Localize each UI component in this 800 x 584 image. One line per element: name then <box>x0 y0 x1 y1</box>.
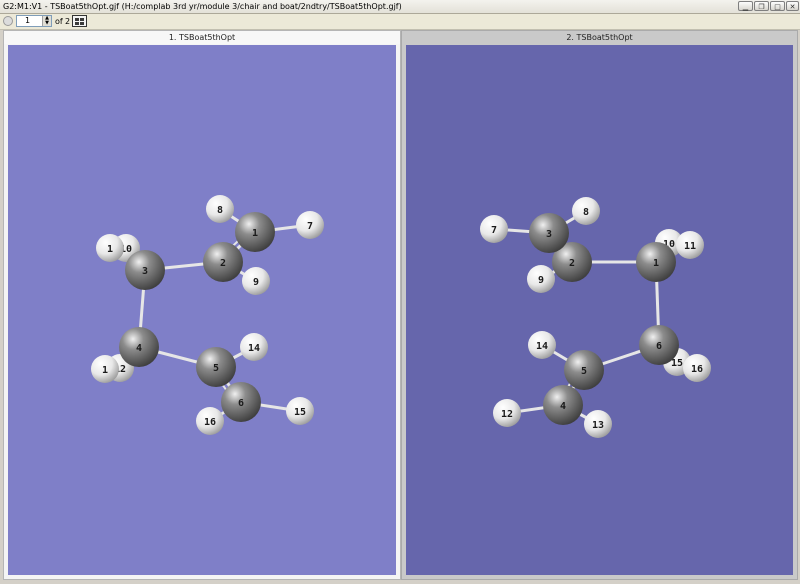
atom-label: 16 <box>204 417 216 428</box>
grid-view-icon-cell <box>80 22 84 25</box>
carbon-atom[interactable]: 5 <box>196 347 236 387</box>
atom-label: 7 <box>307 221 313 232</box>
hydrogen-atom[interactable]: 1 <box>91 355 119 383</box>
window-titlebar: G2:M1:V1 - TSBoat5thOpt.gjf (H:/complab … <box>0 0 800 14</box>
atom-label: 1 <box>102 365 108 376</box>
carbon-atom[interactable]: 3 <box>529 213 569 253</box>
panel-1-viewport[interactable]: 7 8 9 10 1 12 1 14 15 16 1 2 3 4 5 6 <box>8 45 396 575</box>
atom-label: 2 <box>220 258 226 269</box>
hydrogen-atom[interactable]: 12 <box>493 399 521 427</box>
atom-label: 5 <box>213 363 219 374</box>
close-button[interactable]: ✕ <box>786 1 799 11</box>
minimize-button[interactable]: ▁ <box>738 1 753 11</box>
atom-label: 9 <box>538 275 544 286</box>
atom-label: 5 <box>581 366 587 377</box>
restore-button[interactable]: ❐ <box>754 1 769 11</box>
hydrogen-atom[interactable]: 8 <box>206 195 234 223</box>
carbon-atom[interactable]: 1 <box>235 212 275 252</box>
close-icon: ✕ <box>789 3 796 11</box>
atom-label: 14 <box>248 343 260 354</box>
hydrogen-atom[interactable]: 14 <box>240 333 268 361</box>
atom-label: 6 <box>656 341 662 352</box>
carbon-atom[interactable]: 4 <box>543 385 583 425</box>
panel-1-header: 1. TSBoat5thOpt <box>4 31 400 44</box>
carbon-atom[interactable]: 6 <box>639 325 679 365</box>
atom-label: 8 <box>583 207 589 218</box>
atom-label: 7 <box>491 225 497 236</box>
page-spinner[interactable]: 1 ▲ ▼ <box>16 15 52 27</box>
atom-label: 14 <box>536 341 548 352</box>
grid-view-icon-cell <box>80 18 84 21</box>
carbon-atom[interactable]: 5 <box>564 350 604 390</box>
panel-2-viewport[interactable]: 7 8 9 10 11 12 13 14 15 16 1 2 3 4 5 6 <box>406 45 793 575</box>
atom-label: 1 <box>653 258 659 269</box>
hydrogen-atom[interactable]: 11 <box>676 231 704 259</box>
animate-circle-icon[interactable] <box>3 16 13 26</box>
hydrogen-atom[interactable]: 15 <box>286 397 314 425</box>
atom-label: 3 <box>546 229 552 240</box>
atom-label: 1 <box>252 228 258 239</box>
carbon-atom[interactable]: 1 <box>636 242 676 282</box>
carbon-atom[interactable]: 6 <box>221 382 261 422</box>
of-label: of <box>55 17 63 26</box>
carbon-atom[interactable]: 3 <box>125 250 165 290</box>
carbon-atom[interactable]: 2 <box>203 242 243 282</box>
maximize-icon: □ <box>774 3 781 11</box>
atom-label: 6 <box>238 398 244 409</box>
atom-label: 15 <box>671 358 683 369</box>
molecule-panel-1[interactable]: 1. TSBoat5thOpt 7 8 9 10 1 12 1 14 15 16 1 2 3 4 5 6 <box>3 30 401 580</box>
hydrogen-atom[interactable]: 13 <box>584 410 612 438</box>
hydrogen-atom[interactable]: 7 <box>296 211 324 239</box>
atom-label: 16 <box>691 364 703 375</box>
minimize-icon: ▁ <box>742 3 749 11</box>
atom-label: 3 <box>142 266 148 277</box>
atom-label: 13 <box>592 420 604 431</box>
molecule-2-view[interactable]: 78910 111213141516123456 <box>406 45 793 577</box>
panel-2-header: 2. TSBoat5thOpt <box>402 31 797 44</box>
view-toolbar: 1 ▲ ▼ of 2 <box>0 14 800 30</box>
molecule-1-view[interactable]: 789101121141516123456 <box>8 45 396 577</box>
atom-label: 8 <box>217 205 223 216</box>
hydrogen-atom[interactable]: 8 <box>572 197 600 225</box>
window-title: G2:M1:V1 - TSBoat5thOpt.gjf (H:/complab … <box>3 2 402 11</box>
carbon-atom[interactable]: 4 <box>119 327 159 367</box>
atom-label: 4 <box>136 343 142 354</box>
total-pages: 2 <box>65 17 71 26</box>
hydrogen-atom[interactable]: 9 <box>242 267 270 295</box>
atom-label: 11 <box>684 241 696 252</box>
page-spinner-value: 1 <box>25 16 31 25</box>
molecule-panel-2[interactable]: 2. TSBoat5thOpt 7 8 9 10 11 12 13 14 15 16 1 2 3 4 5 6 <box>401 30 798 580</box>
hydrogen-atom[interactable]: 7 <box>480 215 508 243</box>
hydrogen-atom[interactable]: 9 <box>527 265 555 293</box>
atom-label: 12 <box>501 409 513 420</box>
hydrogen-atom[interactable]: 1 <box>96 234 124 262</box>
grid-view-icon-cell <box>75 22 79 25</box>
atom-label: 2 <box>569 258 575 269</box>
atom-label: 15 <box>294 407 306 418</box>
hydrogen-atom[interactable]: 16 <box>196 407 224 435</box>
restore-icon: ❐ <box>758 3 765 11</box>
atom-label: 4 <box>560 401 566 412</box>
hydrogen-atom[interactable]: 14 <box>528 331 556 359</box>
atom-label: 9 <box>253 277 259 288</box>
hydrogen-atom[interactable]: 16 <box>683 354 711 382</box>
spinner-arrows-icon[interactable]: ▲ ▼ <box>42 16 51 26</box>
atom-label: 1 <box>107 244 113 255</box>
grid-view-icon <box>75 18 79 21</box>
grid-view-button[interactable] <box>72 15 87 27</box>
maximize-button[interactable]: □ <box>770 1 785 11</box>
